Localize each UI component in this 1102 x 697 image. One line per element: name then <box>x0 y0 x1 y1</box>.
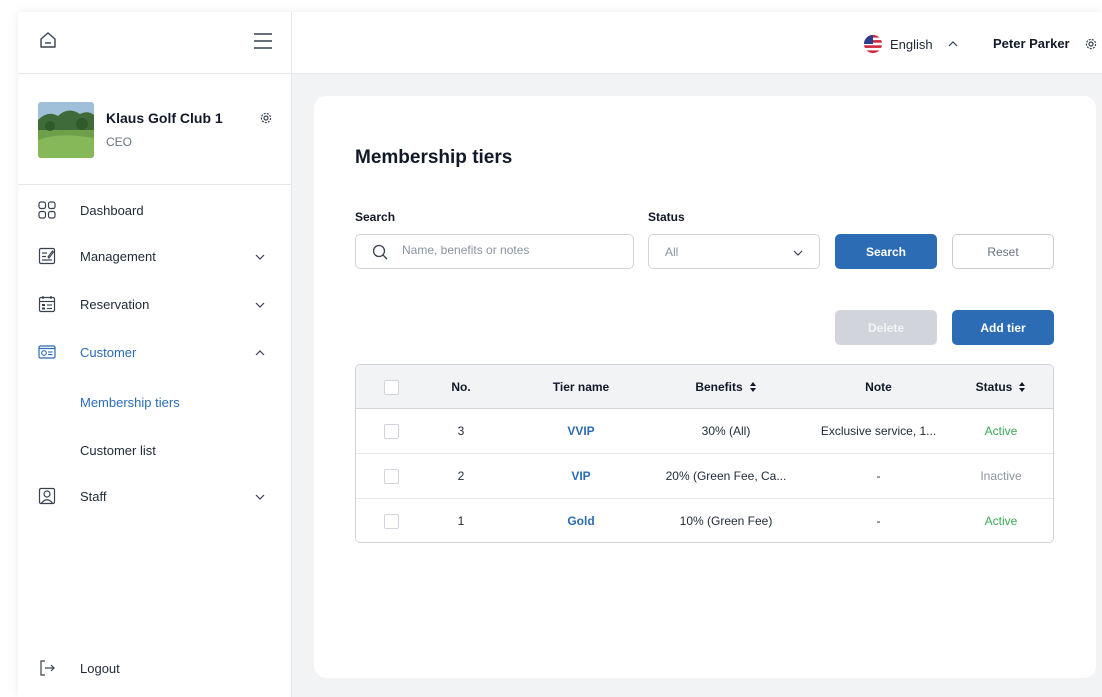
cell-note: Exclusive service, 1... <box>820 424 937 438</box>
management-icon <box>38 247 56 265</box>
sidebar-item-management[interactable]: Management <box>18 246 292 270</box>
chevron-up-icon <box>255 350 265 356</box>
cell-note: - <box>876 514 881 528</box>
row-select-cell <box>376 499 406 542</box>
chevron-down-icon <box>255 254 265 260</box>
table-row[interactable]: 1 Gold 10% (Green Fee) - Active <box>356 499 1053 542</box>
row-checkbox[interactable] <box>383 468 399 484</box>
cell-tier-name[interactable]: VVIP <box>521 409 641 453</box>
header-benefits[interactable]: Benefits <box>651 365 801 409</box>
staff-icon <box>38 487 56 505</box>
search-label: Search <box>355 210 396 224</box>
sidebar-subitem-membership-tiers[interactable]: Membership tiers <box>80 395 180 410</box>
reset-button[interactable]: Reset <box>952 234 1054 269</box>
logout-button[interactable]: Logout <box>18 658 292 682</box>
language-selector[interactable]: English <box>864 35 959 53</box>
hamburger-menu-icon[interactable] <box>253 32 273 50</box>
home-icon[interactable] <box>38 30 58 50</box>
sort-icon <box>1019 382 1026 392</box>
sidebar-item-dashboard[interactable]: Dashboard <box>18 200 292 224</box>
logout-icon <box>40 660 55 676</box>
header-status-label: Status <box>975 380 1013 394</box>
cell-benefits: 20% (Green Fee, Ca... <box>665 469 787 483</box>
page-title: Membership tiers <box>355 147 513 168</box>
sidebar-item-label: Reservation <box>80 297 150 312</box>
cell-tier-name[interactable]: VIP <box>521 454 641 498</box>
calendar-icon <box>38 296 56 313</box>
table-row[interactable]: 3 VVIP 30% (All) Exclusive service, 1...… <box>356 409 1053 454</box>
sidebar-item-label: Management <box>80 249 156 264</box>
cell-status: Inactive <box>980 469 1022 483</box>
status-select-value: All <box>665 245 679 259</box>
sidebar: Klaus Golf Club 1 CEO Dashboard Manageme… <box>18 12 292 697</box>
logout-label: Logout <box>80 661 120 676</box>
language-label: English <box>890 36 933 52</box>
sidebar-item-customer[interactable]: Customer <box>18 342 292 366</box>
cell-no: 1 <box>457 514 465 528</box>
row-checkbox[interactable] <box>383 513 399 529</box>
cell-benefits: 30% (All) <box>701 424 751 438</box>
cell-status: Active <box>984 424 1018 438</box>
club-photo <box>38 102 94 158</box>
club-profile: Klaus Golf Club 1 CEO <box>18 74 291 185</box>
search-icon <box>372 244 388 260</box>
status-select[interactable]: All <box>648 234 820 269</box>
sidebar-item-reservation[interactable]: Reservation <box>18 294 292 318</box>
customer-card-icon <box>38 345 56 359</box>
add-tier-button[interactable]: Add tier <box>952 310 1054 345</box>
membership-tiers-table: No. Tier name Benefits Note Status 3 VVI… <box>355 364 1054 543</box>
cell-status: Active <box>984 514 1018 528</box>
header-benefits-label: Benefits <box>695 380 743 394</box>
cell-benefits: 10% (Green Fee) <box>679 514 773 528</box>
select-all-cell <box>376 365 406 409</box>
chevron-down-icon <box>255 302 265 308</box>
header-note: Note <box>865 380 892 394</box>
table-row[interactable]: 2 VIP 20% (Green Fee, Ca... - Inactive <box>356 454 1053 499</box>
row-select-cell <box>376 454 406 498</box>
club-role: CEO <box>106 135 133 149</box>
sidebar-item-label: Staff <box>80 489 107 504</box>
dashboard-icon <box>38 201 56 219</box>
chevron-down-icon <box>255 494 265 500</box>
sort-icon <box>749 382 756 392</box>
row-checkbox[interactable] <box>383 423 399 439</box>
sidebar-subitem-customer-list[interactable]: Customer list <box>80 443 156 458</box>
sidebar-item-staff[interactable]: Staff <box>18 486 292 510</box>
chevron-up-icon <box>948 41 958 47</box>
user-settings-gear-icon[interactable] <box>1084 37 1098 51</box>
chevron-down-icon <box>793 250 803 256</box>
search-button[interactable]: Search <box>835 234 937 269</box>
table-header: No. Tier name Benefits Note Status <box>356 365 1053 409</box>
user-name[interactable]: Peter Parker <box>993 36 1070 51</box>
top-bar: English Peter Parker <box>292 12 1102 74</box>
cell-tier-name[interactable]: Gold <box>521 499 641 542</box>
search-input[interactable] <box>402 243 622 257</box>
main-content-card: Membership tiers Search Status All Searc… <box>314 96 1096 678</box>
club-settings-gear-icon[interactable] <box>259 111 273 125</box>
search-field[interactable] <box>355 234 634 269</box>
delete-button[interactable]: Delete <box>835 310 937 345</box>
cell-no: 3 <box>457 424 465 438</box>
header-tier-name: Tier name <box>552 380 610 394</box>
select-all-checkbox[interactable] <box>383 379 399 395</box>
club-name: Klaus Golf Club 1 <box>106 110 223 126</box>
app-frame: Klaus Golf Club 1 CEO Dashboard Manageme… <box>18 12 1102 697</box>
cell-no: 2 <box>457 469 465 483</box>
header-no: No. <box>451 380 471 394</box>
sidebar-item-label: Dashboard <box>80 203 144 218</box>
sidebar-header <box>18 12 291 74</box>
header-status[interactable]: Status <box>951 365 1051 409</box>
us-flag-icon <box>864 35 882 53</box>
status-label: Status <box>648 210 685 224</box>
sidebar-item-label: Customer <box>80 345 137 360</box>
row-select-cell <box>376 409 406 453</box>
cell-note: - <box>876 469 881 483</box>
